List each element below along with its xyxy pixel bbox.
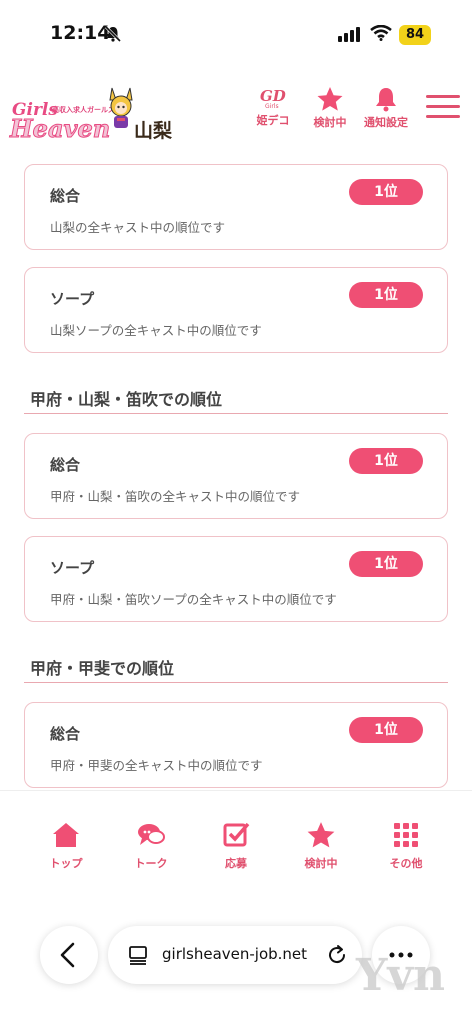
- card-title: 総合: [50, 725, 81, 743]
- nav-item-other[interactable]: その他: [371, 821, 441, 871]
- section-divider: [24, 413, 448, 414]
- favorites-label: 検討中: [313, 116, 347, 129]
- nav-item-talk[interactable]: トーク: [116, 821, 186, 871]
- watermark-text: Yvn: [356, 950, 445, 1001]
- rank-badge: 1位: [349, 717, 423, 743]
- card-description: 甲府・山梨・笛吹の全キャスト中の順位です: [50, 489, 301, 504]
- section-title-kofu-kai: 甲府・甲斐での順位: [30, 659, 175, 678]
- himedeco-icon: GD Girls: [260, 87, 286, 110]
- card-description: 甲府・山梨・笛吹ソープの全キャスト中の順位です: [50, 592, 337, 607]
- url-bar[interactable]: girlsheaven-job.net: [108, 926, 362, 984]
- notification-settings-button[interactable]: 通知設定: [358, 86, 414, 130]
- card-title: 総合: [50, 456, 81, 474]
- svg-text:Girls: Girls: [265, 103, 279, 110]
- star-icon: [317, 87, 343, 111]
- nav-label: トーク: [134, 857, 168, 870]
- card-description: 甲府・甲斐の全キャスト中の順位です: [50, 758, 263, 773]
- nav-item-favorites[interactable]: 検討中: [286, 821, 356, 871]
- site-logo[interactable]: 高収入求人ガールズ Girls Heaven 山梨: [9, 86, 180, 144]
- section-title-kofu-yamanashi-fuefuki: 甲府・山梨・笛吹での順位: [30, 390, 223, 409]
- chat-icon: [138, 824, 165, 845]
- star-icon: [307, 822, 335, 848]
- nav-label: トップ: [49, 857, 83, 870]
- ranking-card-overall: 総合 1位 甲府・山梨・笛吹の全キャスト中の順位です: [24, 433, 448, 519]
- bell-off-icon: [104, 25, 122, 47]
- ranking-card-soap: ソープ 1位 山梨ソープの全キャスト中の順位です: [24, 267, 448, 353]
- ranking-content: 総合 1位 山梨の全キャスト中の順位です ソープ 1位 山梨ソープの全キャスト中…: [0, 154, 472, 790]
- page-menu-icon: [129, 946, 147, 965]
- rank-badge: 1位: [349, 282, 423, 308]
- logo-heaven-text: Heaven: [9, 114, 111, 144]
- nav-label: 検討中: [304, 857, 338, 870]
- card-description: 山梨ソープの全キャスト中の順位です: [50, 323, 262, 338]
- home-icon: [53, 823, 79, 847]
- nav-label: その他: [389, 857, 423, 870]
- region-label: 山梨: [134, 120, 173, 142]
- site-header: 高収入求人ガールズ Girls Heaven 山梨 GD Girls 姫デコ 検…: [0, 70, 472, 154]
- ranking-card-overall: 総合 1位 甲府・甲斐の全キャスト中の順位です: [24, 702, 448, 788]
- wifi-icon: [370, 24, 392, 45]
- card-description: 山梨の全キャスト中の順位です: [50, 220, 226, 235]
- nav-item-top[interactable]: トップ: [31, 821, 101, 871]
- reload-icon[interactable]: [326, 944, 348, 966]
- nav-item-apply[interactable]: 応募: [201, 821, 271, 871]
- battery-indicator: 84: [399, 25, 431, 45]
- chevron-left-icon: [60, 942, 75, 968]
- section-divider: [24, 682, 448, 683]
- bell-icon: [376, 88, 396, 112]
- rank-badge: 1位: [349, 448, 423, 474]
- apply-check-icon: [223, 822, 250, 847]
- card-title: 総合: [50, 187, 81, 205]
- url-text: girlsheaven-job.net: [162, 945, 308, 963]
- ranking-card-soap: ソープ 1位 甲府・山梨・笛吹ソープの全キャスト中の順位です: [24, 536, 448, 622]
- ranking-card-overall: 総合 1位 山梨の全キャスト中の順位です: [24, 164, 448, 250]
- browser-back-button[interactable]: [40, 926, 98, 984]
- nav-label: 応募: [225, 857, 247, 870]
- favorites-button[interactable]: 検討中: [302, 86, 358, 130]
- status-time: 12:14: [50, 22, 111, 44]
- card-title: ソープ: [50, 290, 95, 308]
- bottom-navigation: トップ トーク 応募 検討中 その他: [0, 790, 472, 910]
- rank-badge: 1位: [349, 179, 423, 205]
- notification-settings-label: 通知設定: [364, 116, 408, 129]
- signal-icon: [338, 26, 362, 46]
- grid-icon: [394, 823, 418, 847]
- rank-badge: 1位: [349, 551, 423, 577]
- himedeco-label: 姫デコ: [256, 114, 290, 127]
- himedeco-button[interactable]: GD Girls 姫デコ: [245, 86, 301, 128]
- hamburger-menu-icon[interactable]: [426, 95, 460, 123]
- mascot-icon: [106, 86, 136, 134]
- browser-toolbar: girlsheaven-job.net Yvn: [0, 910, 472, 1024]
- status-bar: 12:14 84: [0, 0, 472, 64]
- card-title: ソープ: [50, 559, 95, 577]
